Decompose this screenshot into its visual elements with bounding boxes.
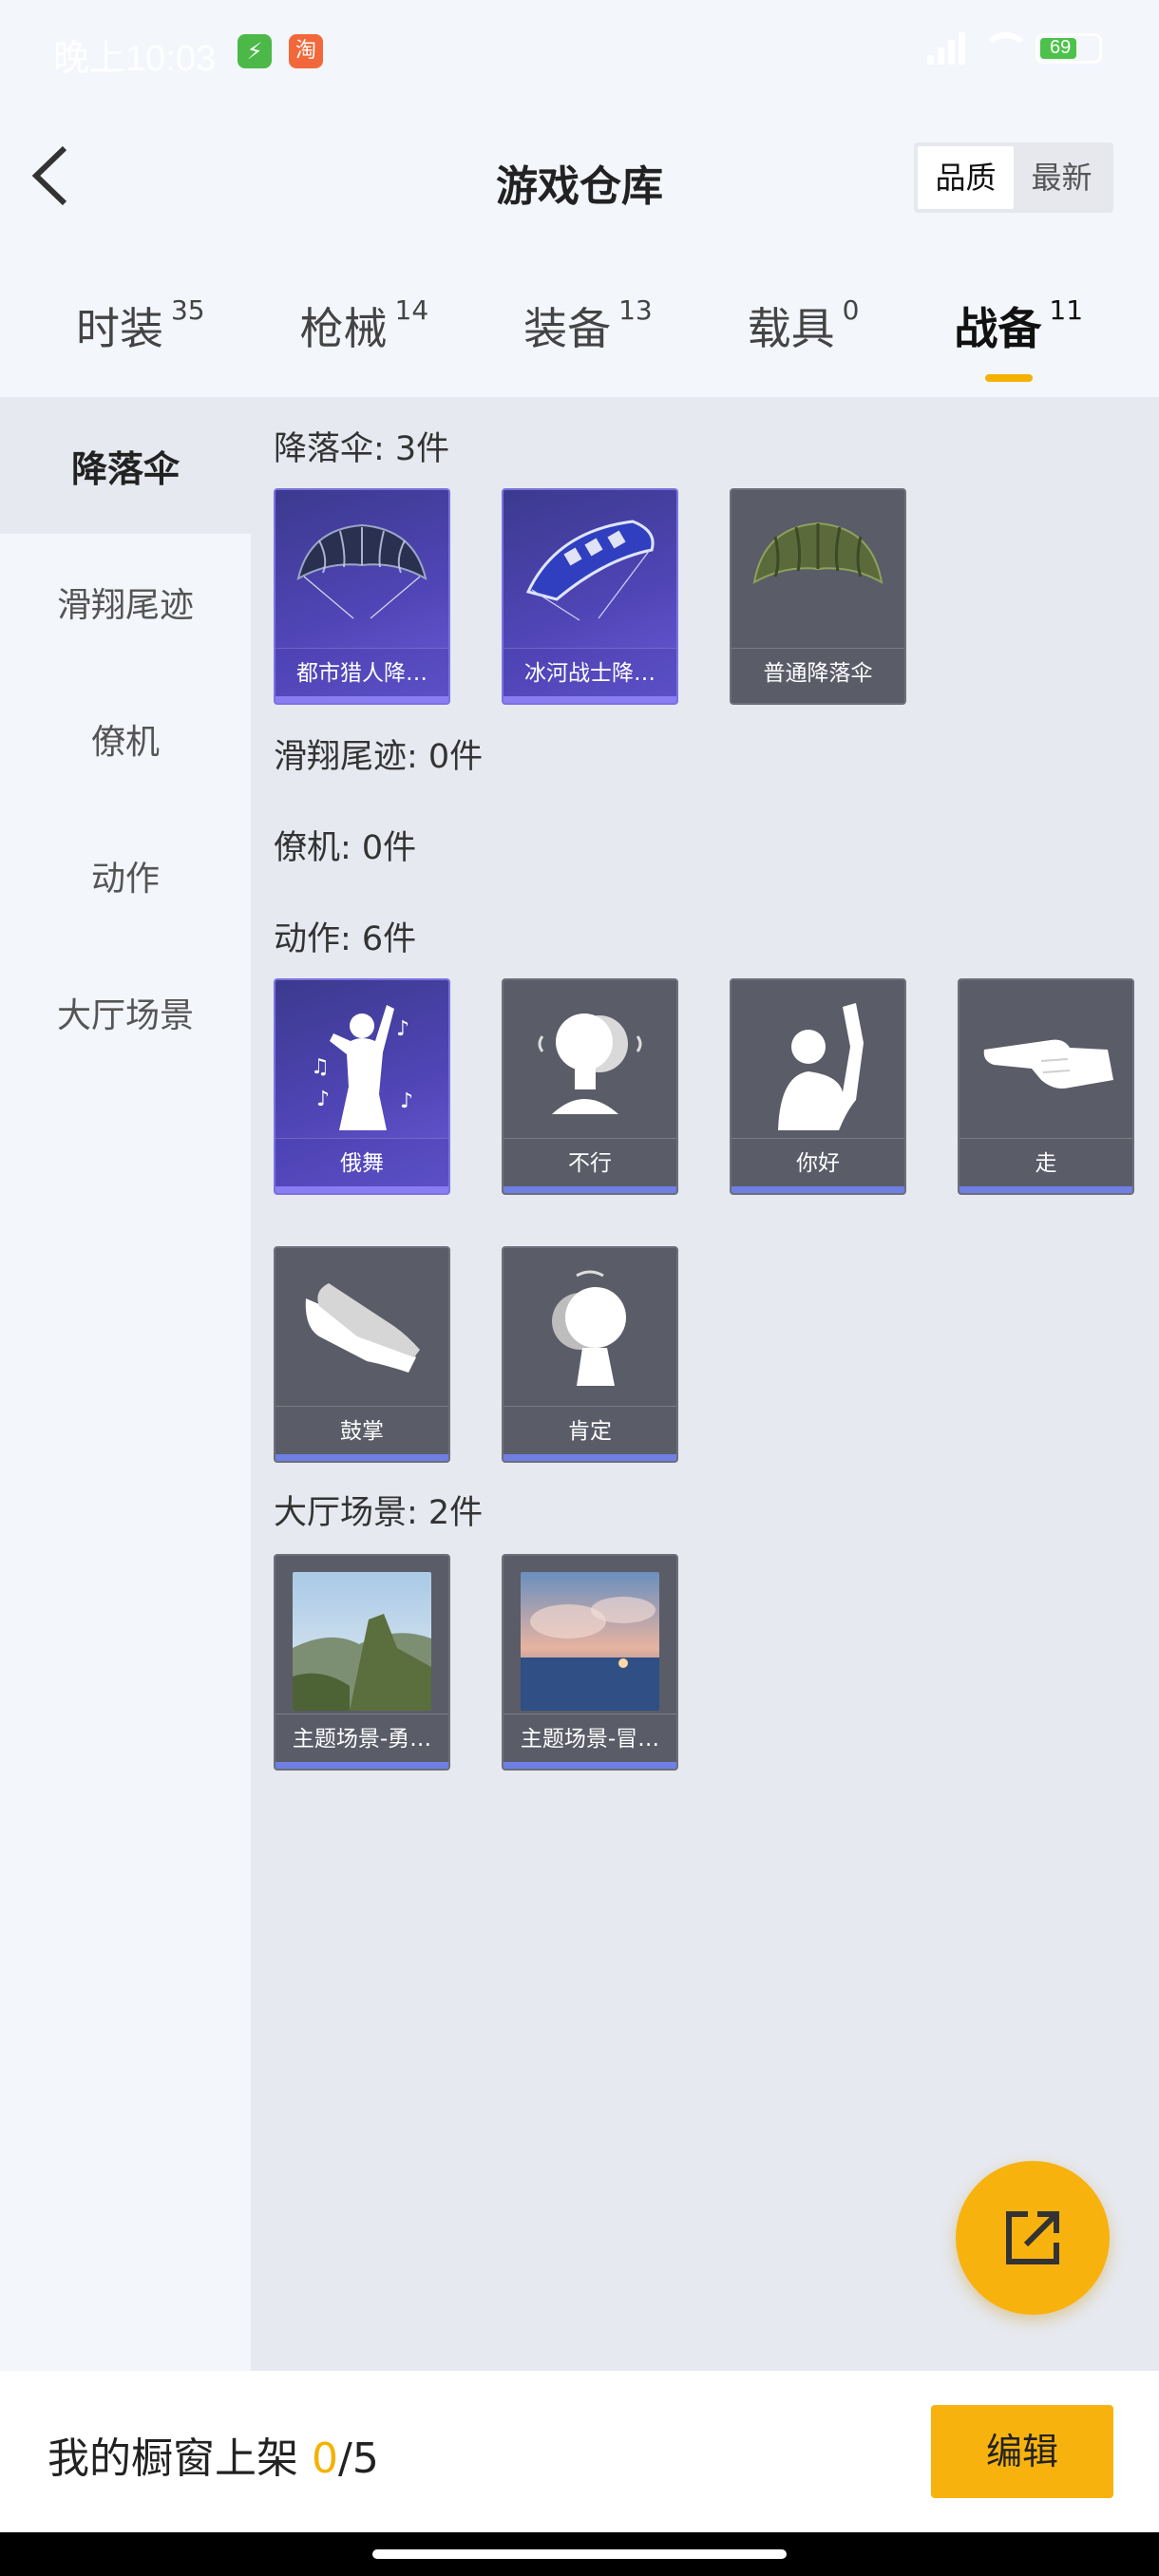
quality-bar xyxy=(960,1186,1132,1193)
status-indicators: 69 xyxy=(927,32,1102,65)
signal-icon xyxy=(927,32,965,65)
item-card[interactable]: 鼓掌 xyxy=(274,1246,450,1463)
item-label: 你好 xyxy=(732,1138,904,1189)
parachute-icon xyxy=(276,490,448,648)
item-label: 不行 xyxy=(504,1138,676,1189)
tab-label: 载具 xyxy=(747,303,835,354)
tab-count: 11 xyxy=(1049,294,1084,326)
section-title-glide-trail: 滑翔尾迹: 0件 xyxy=(274,738,484,776)
content-panel: 降落伞: 3件 都市猎人降… 冰河战士降… 普通降落伞 滑翔尾迹: 0件 僚机:… xyxy=(251,397,1159,2373)
tab-guns[interactable]: 枪械 14 xyxy=(300,275,429,399)
tab-label: 装备 xyxy=(523,303,612,354)
side-item-lobby-scene[interactable]: 大厅场景 xyxy=(0,944,251,1081)
item-label: 主题场景-勇… xyxy=(276,1714,448,1765)
dance-figure-icon: ♪ ♫ ♪ ♪ xyxy=(276,980,448,1138)
side-item-emote[interactable]: 动作 xyxy=(0,807,251,944)
showcase-status: 我的橱窗上架 0/5 xyxy=(48,2424,379,2485)
system-nav-bar xyxy=(0,2532,1159,2576)
scene-thumbnail xyxy=(276,1556,448,1714)
status-bar: 晚上10:03 ⚡ 淘 69 xyxy=(0,0,1159,104)
tab-count: 0 xyxy=(842,294,860,326)
item-label: 普通降落伞 xyxy=(732,648,904,699)
battery-level: 69 xyxy=(1050,37,1072,58)
sort-latest-button[interactable]: 最新 xyxy=(1014,146,1110,209)
item-card[interactable]: ♪ ♫ ♪ ♪ 俄舞 xyxy=(274,978,450,1195)
quality-bar xyxy=(276,1454,448,1461)
quality-bar xyxy=(276,1762,448,1769)
tab-count: 35 xyxy=(170,294,205,326)
header: 游戏仓库 品质 最新 xyxy=(0,104,1159,247)
svg-text:♪: ♪ xyxy=(400,1089,413,1113)
pointing-hand-icon xyxy=(960,980,1132,1138)
clapping-hands-icon xyxy=(276,1248,448,1406)
wifi-icon xyxy=(978,32,1031,65)
parachute-icon xyxy=(504,490,676,648)
section-title-wingman: 僚机: 0件 xyxy=(274,829,417,867)
showcase-count: 0 xyxy=(312,2434,338,2483)
battery-icon: 69 xyxy=(1036,33,1102,64)
parachute-icon xyxy=(732,490,904,648)
showcase-label: 我的橱窗上架 xyxy=(48,2434,312,2483)
tab-count: 13 xyxy=(618,294,653,326)
svg-text:♪: ♪ xyxy=(396,1017,409,1041)
sort-toggle: 品质 最新 xyxy=(914,142,1113,213)
showcase-total: /5 xyxy=(338,2434,379,2483)
tab-label: 枪械 xyxy=(299,303,388,354)
scene-thumbnail xyxy=(504,1556,676,1714)
item-label: 肯定 xyxy=(504,1406,676,1457)
item-label: 主题场景-冒… xyxy=(504,1714,676,1765)
edit-button[interactable]: 编辑 xyxy=(931,2405,1113,2498)
taobao-app-icon: 淘 xyxy=(289,34,323,68)
side-item-parachute[interactable]: 降落伞 xyxy=(0,397,251,534)
tab-count: 14 xyxy=(394,294,429,326)
side-item-glide-trail[interactable]: 滑翔尾迹 xyxy=(0,534,251,671)
side-item-wingman[interactable]: 僚机 xyxy=(0,671,251,807)
item-card[interactable]: 冰河战士降… xyxy=(502,488,678,705)
active-tab-indicator xyxy=(985,374,1034,382)
item-card[interactable]: 主题场景-冒… xyxy=(502,1554,678,1771)
bottom-bar: 我的橱窗上架 0/5 编辑 xyxy=(0,2371,1159,2532)
item-card[interactable]: 你好 xyxy=(730,978,906,1195)
item-label: 都市猎人降… xyxy=(276,648,448,699)
tab-battle-gear[interactable]: 战备 11 xyxy=(954,275,1083,399)
tab-label: 时装 xyxy=(75,303,163,354)
tab-fashion[interactable]: 时装 35 xyxy=(76,275,205,399)
head-shake-icon xyxy=(504,980,676,1138)
tab-vehicles[interactable]: 载具 0 xyxy=(748,275,860,399)
item-card[interactable]: 都市猎人降… xyxy=(274,488,450,705)
status-time: 晚上10:03 xyxy=(53,39,217,79)
quality-bar xyxy=(276,696,448,703)
section-title-emote: 动作: 6件 xyxy=(274,920,417,958)
section-title-lobby-scene: 大厅场景: 2件 xyxy=(274,1494,484,1532)
tab-label: 战备 xyxy=(954,303,1042,354)
item-label: 俄舞 xyxy=(276,1138,448,1189)
share-button[interactable] xyxy=(956,2161,1110,2315)
quality-bar xyxy=(732,1186,904,1193)
svg-text:♫: ♫ xyxy=(311,1055,330,1079)
nodding-head-icon xyxy=(504,1248,676,1406)
quality-bar xyxy=(504,1762,676,1769)
lightning-icon: ⚡ xyxy=(238,34,272,68)
home-indicator[interactable] xyxy=(372,2549,787,2559)
side-nav: 降落伞 滑翔尾迹 僚机 动作 大厅场景 xyxy=(0,397,251,2373)
item-label: 冰河战士降… xyxy=(504,648,676,699)
tab-equipment[interactable]: 装备 13 xyxy=(523,275,653,399)
item-label: 走 xyxy=(960,1138,1132,1189)
category-tabs: 时装 35 枪械 14 装备 13 载具 0 战备 11 xyxy=(0,275,1159,399)
item-card[interactable]: 肯定 xyxy=(502,1246,678,1463)
waving-figure-icon xyxy=(732,980,904,1138)
sort-quality-button[interactable]: 品质 xyxy=(918,146,1014,209)
quality-bar xyxy=(276,1186,448,1193)
item-card[interactable]: 普通降落伞 xyxy=(730,488,906,705)
item-card[interactable]: 主题场景-勇… xyxy=(274,1554,450,1771)
share-export-icon xyxy=(1006,2211,1059,2264)
quality-bar xyxy=(504,1454,676,1461)
section-title-parachute: 降落伞: 3件 xyxy=(274,430,450,468)
quality-bar xyxy=(504,1186,676,1193)
item-label: 鼓掌 xyxy=(276,1406,448,1457)
item-card[interactable]: 不行 xyxy=(502,978,678,1195)
quality-bar xyxy=(504,696,676,703)
item-card[interactable]: 走 xyxy=(958,978,1134,1195)
svg-text:♪: ♪ xyxy=(316,1088,330,1111)
